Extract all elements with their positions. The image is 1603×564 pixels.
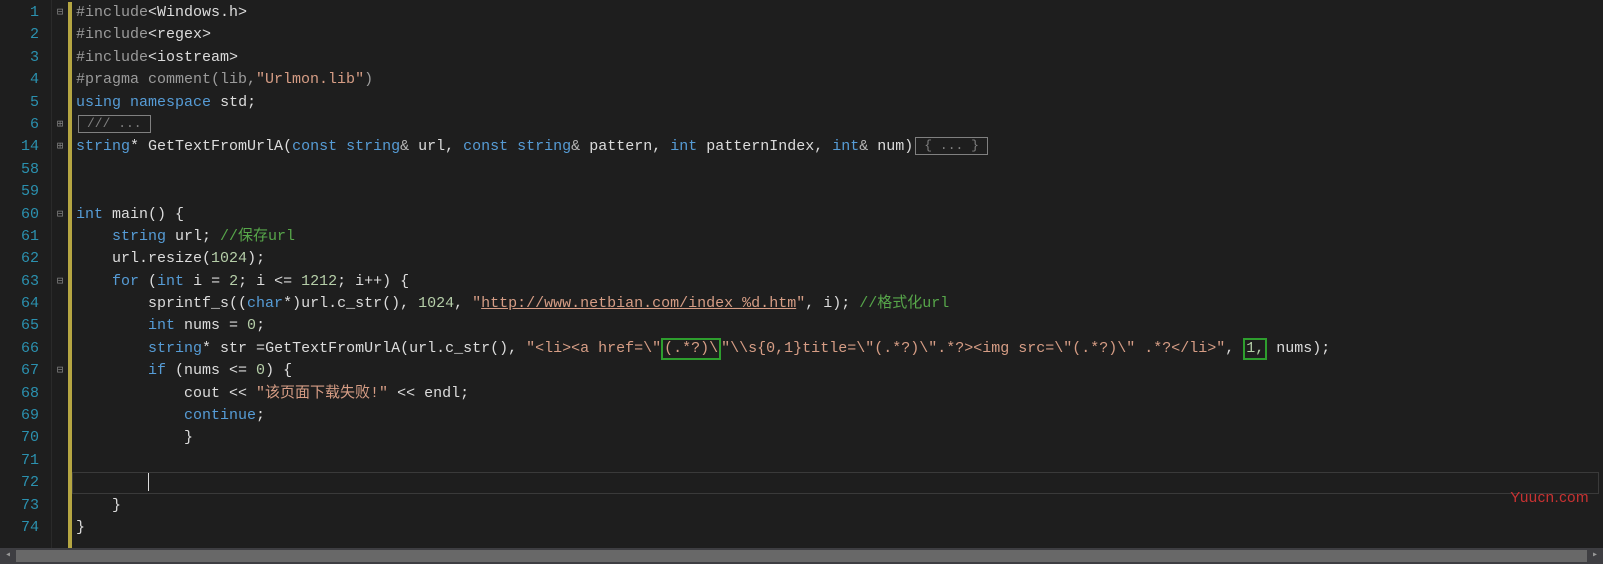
- current-line-highlight: [72, 472, 1599, 494]
- code-line: string url; //保存url: [68, 226, 1603, 248]
- code-line: string* GetTextFromUrlA(const string& ur…: [68, 136, 1603, 158]
- code-text-area[interactable]: #include<Windows.h> #include<regex> #inc…: [68, 0, 1603, 564]
- line-number: 74: [0, 517, 39, 539]
- line-number: 72: [0, 472, 39, 494]
- code-line: sprintf_s((char*)url.c_str(), 1024, "htt…: [68, 293, 1603, 315]
- line-number: 1: [0, 2, 39, 24]
- line-number: 65: [0, 315, 39, 337]
- code-line: using namespace std;: [68, 92, 1603, 114]
- text-cursor: [148, 473, 149, 491]
- scrollbar-thumb[interactable]: [16, 550, 1587, 562]
- fold-toggle-icon[interactable]: ⊞: [52, 136, 68, 158]
- line-number: 14: [0, 136, 39, 158]
- line-number: 64: [0, 293, 39, 315]
- line-number: 3: [0, 47, 39, 69]
- line-number: 58: [0, 159, 39, 181]
- line-number: 6: [0, 114, 39, 136]
- line-number: 71: [0, 450, 39, 472]
- line-number: 67: [0, 360, 39, 382]
- line-number: 66: [0, 338, 39, 360]
- horizontal-scrollbar[interactable]: ◂ ▸: [0, 548, 1603, 564]
- line-number: 2: [0, 24, 39, 46]
- code-line: }: [68, 517, 1603, 539]
- code-line: /// ...: [68, 114, 1603, 136]
- code-line: #include<iostream>: [68, 47, 1603, 69]
- code-line: [68, 159, 1603, 181]
- code-line: int main() {: [68, 204, 1603, 226]
- fold-toggle-icon[interactable]: ⊟: [52, 271, 68, 293]
- line-number: 61: [0, 226, 39, 248]
- code-line: [68, 472, 1603, 494]
- line-number: 59: [0, 181, 39, 203]
- code-line: }: [68, 427, 1603, 449]
- code-line: cout << "该页面下载失败!" << endl;: [68, 383, 1603, 405]
- code-line: for (int i = 2; i <= 1212; i++) {: [68, 271, 1603, 293]
- code-line: #pragma comment(lib,"Urlmon.lib"): [68, 69, 1603, 91]
- code-line: continue;: [68, 405, 1603, 427]
- line-number: 73: [0, 495, 39, 517]
- code-line: #include<regex>: [68, 24, 1603, 46]
- line-number: 63: [0, 271, 39, 293]
- scroll-right-icon[interactable]: ▸: [1587, 548, 1603, 564]
- fold-toggle-icon[interactable]: ⊟: [52, 2, 68, 24]
- code-line: if (nums <= 0) {: [68, 360, 1603, 382]
- code-line: int nums = 0;: [68, 315, 1603, 337]
- search-highlight: (.*?)\: [661, 338, 721, 360]
- code-line: url.resize(1024);: [68, 248, 1603, 270]
- line-number: 69: [0, 405, 39, 427]
- folded-region[interactable]: /// ...: [78, 115, 151, 133]
- folded-region[interactable]: { ... }: [915, 137, 988, 155]
- code-line: #include<Windows.h>: [68, 2, 1603, 24]
- code-line: }: [68, 495, 1603, 517]
- fold-toggle-icon[interactable]: ⊞: [52, 114, 68, 136]
- code-editor[interactable]: 1 2 3 4 5 6 14 58 59 60 61 62 63 64 65 6…: [0, 0, 1603, 564]
- fold-column: ⊟ ⊞ ⊞ ⊟ ⊟ ⊟: [52, 0, 68, 564]
- line-number-gutter: 1 2 3 4 5 6 14 58 59 60 61 62 63 64 65 6…: [0, 0, 52, 564]
- line-number: 70: [0, 427, 39, 449]
- line-number: 62: [0, 248, 39, 270]
- search-highlight: 1,: [1243, 338, 1267, 360]
- line-number: 5: [0, 92, 39, 114]
- line-number: 60: [0, 204, 39, 226]
- line-number: 4: [0, 69, 39, 91]
- code-line: [68, 181, 1603, 203]
- line-number: 68: [0, 383, 39, 405]
- code-line: [68, 450, 1603, 472]
- scroll-left-icon[interactable]: ◂: [0, 548, 16, 564]
- code-line: string* str =GetTextFromUrlA(url.c_str()…: [68, 338, 1603, 360]
- fold-toggle-icon[interactable]: ⊟: [52, 204, 68, 226]
- fold-toggle-icon[interactable]: ⊟: [52, 360, 68, 382]
